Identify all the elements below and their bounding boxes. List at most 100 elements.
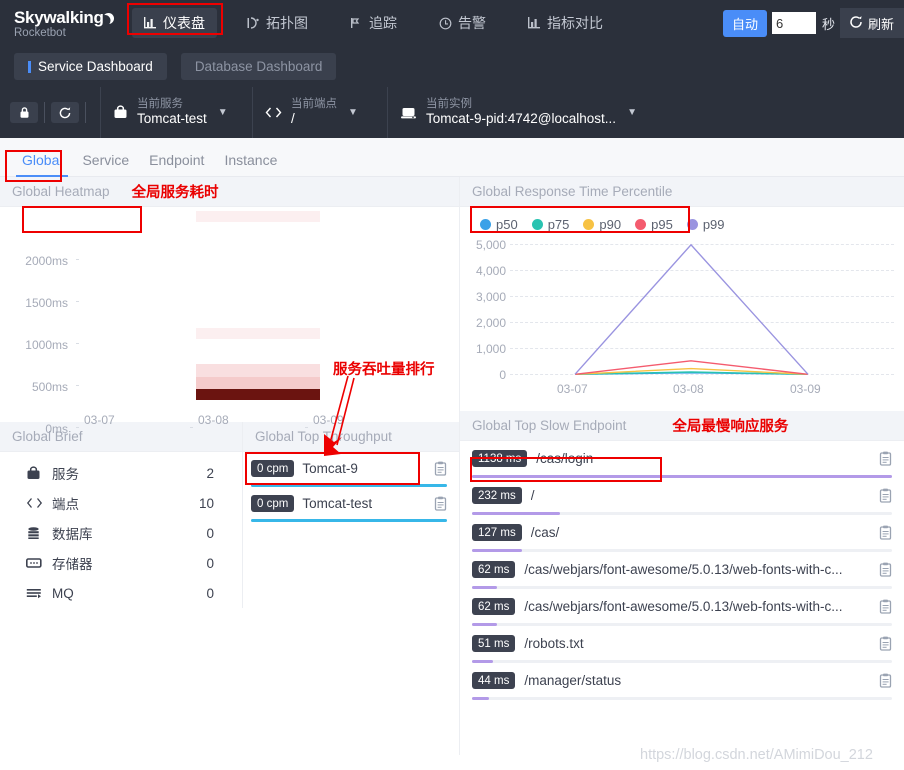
heatmap-cell <box>196 364 320 377</box>
list-item[interactable]: 232 ms / <box>460 478 904 515</box>
panel-header-percentile: Global Response Time Percentile <box>460 177 904 207</box>
copy-icon[interactable] <box>879 636 892 651</box>
legend-label: p90 <box>599 217 622 232</box>
sub-tab-instance[interactable]: Instance <box>214 152 287 176</box>
nav-item-topology[interactable]: 拓扑图 <box>235 8 320 38</box>
nav-item-alarm[interactable]: 告警 <box>427 8 498 38</box>
endpoint-latency-badge: 1138 ms <box>472 450 528 467</box>
brief-label-database: 数据库 <box>52 527 93 542</box>
selector-current-service[interactable]: 当前服务 Tomcat-test ▼ <box>100 87 252 138</box>
endpoint-latency-badge: 62 ms <box>472 598 516 615</box>
list-item[interactable]: 62 ms /cas/webjars/font-awesome/5.0.13/w… <box>460 552 904 589</box>
list-item[interactable]: 0 cpm Tomcat-test <box>243 487 459 522</box>
legend-item-p95[interactable]: p95 <box>635 217 673 232</box>
list-item[interactable]: 44 ms /manager/status <box>460 663 904 700</box>
tab-service-dashboard[interactable]: Service Dashboard <box>14 53 167 80</box>
heatmap-cell <box>196 377 320 389</box>
moon-icon <box>103 13 114 24</box>
list-item[interactable]: 62 ms /cas/webjars/font-awesome/5.0.13/w… <box>460 589 904 626</box>
heatmap-xtick-1: 03-08 <box>198 413 229 427</box>
auto-refresh-button[interactable]: 自动 <box>722 9 767 37</box>
sub-tab-service[interactable]: Service <box>72 152 139 176</box>
right-column: Global Response Time Percentile p50 p75 … <box>460 177 904 755</box>
endpoint-name: /cas/webjars/font-awesome/5.0.13/web-fon… <box>524 599 843 614</box>
selector-current-service-value: Tomcat-test <box>137 111 207 127</box>
lock-icon[interactable] <box>10 102 38 123</box>
tab-service-dashboard-label: Service Dashboard <box>38 59 153 74</box>
nav-item-alarm-label: 告警 <box>458 15 486 31</box>
copy-icon[interactable] <box>879 673 892 688</box>
sub-tab-endpoint[interactable]: Endpoint <box>139 152 214 176</box>
top-slow-endpoint-list: 1138 ms /cas/login 232 ms / 127 ms /cas/ <box>460 441 904 700</box>
selector-current-service-text: 当前服务 Tomcat-test <box>137 97 207 128</box>
selector-current-instance-value: Tomcat-9-pid:4742@localhost... <box>426 111 617 127</box>
throughput-badge: 0 cpm <box>251 495 295 512</box>
panel-title-top-throughput: Global Top Throughput <box>255 429 392 444</box>
active-indicator-icon <box>28 60 31 73</box>
tab-database-dashboard[interactable]: Database Dashboard <box>180 53 337 80</box>
endpoint-latency-badge: 232 ms <box>472 487 522 504</box>
sub-tab-global[interactable]: Global <box>12 152 72 177</box>
watermark-text: https://blog.csdn.net/AMimiDou_212 <box>640 747 873 763</box>
copy-icon[interactable] <box>879 451 892 466</box>
panel-header-heatmap: Global Heatmap 全局服务耗时 <box>0 177 459 207</box>
nav-item-trace[interactable]: 追踪 <box>338 8 409 38</box>
nav-item-compare[interactable]: 指标对比 <box>516 8 615 38</box>
copy-icon[interactable] <box>434 496 447 511</box>
selector-current-instance-label: 当前实例 <box>426 97 472 110</box>
selector-current-endpoint[interactable]: 当前端点 / ▼ <box>252 87 387 138</box>
refresh-interval-input[interactable] <box>771 12 816 34</box>
heatmap-xtick-2: 03-09 <box>313 413 344 427</box>
legend-item-p50[interactable]: p50 <box>480 217 518 232</box>
service-icon <box>26 465 52 481</box>
legend-item-p99[interactable]: p99 <box>686 217 725 232</box>
brief-value-endpoint: 10 <box>198 495 214 511</box>
sync-icon[interactable] <box>51 102 79 123</box>
nav-item-dashboard[interactable]: 仪表盘 <box>132 8 217 38</box>
legend-dot-icon <box>583 219 595 230</box>
heatmap-xtick-0: 03-07 <box>84 413 115 427</box>
brief-label-endpoint: 端点 <box>52 497 79 512</box>
list-item[interactable]: 0 cpm Tomcat-9 <box>243 452 459 487</box>
copy-icon[interactable] <box>879 525 892 540</box>
chevron-down-icon[interactable]: ▼ <box>218 107 228 118</box>
selector-current-endpoint-text: 当前端点 / <box>291 97 337 128</box>
chevron-down-icon[interactable]: ▼ <box>627 107 637 118</box>
legend-item-p75[interactable]: p75 <box>531 217 569 232</box>
nav-item-dashboard-label: 仪表盘 <box>163 15 205 31</box>
main-content: Global Heatmap 全局服务耗时 2000ms 1500ms 10 0 0… <box>0 177 904 755</box>
endpoint-name: /cas/ <box>530 525 560 540</box>
copy-icon[interactable] <box>879 488 892 503</box>
list-item[interactable]: 127 ms /cas/ <box>460 515 904 552</box>
selector-current-instance[interactable]: 当前实例 Tomcat-9-pid:4742@localhost... ▼ <box>387 87 677 138</box>
list-item[interactable]: 51 ms /robots.txt <box>460 626 904 663</box>
brand-name-text: Skywalking <box>14 7 104 27</box>
heatmap-ytick-1500: 1500ms <box>25 296 68 310</box>
list-item[interactable]: 1138 ms /cas/login <box>460 441 904 478</box>
copy-icon[interactable] <box>879 562 892 577</box>
database-icon <box>26 526 52 541</box>
legend-label: p99 <box>702 217 725 232</box>
legend-item-p90[interactable]: p90 <box>583 217 621 232</box>
dashboard-tab-bar: Service Dashboard Database Dashboard <box>0 46 904 87</box>
panel-title-slow-endpoint: Global Top Slow Endpoint <box>472 418 627 433</box>
divider <box>85 102 86 123</box>
heatmap-ytick-2000: 2000ms <box>25 254 68 268</box>
refresh-button-label: 刷新 <box>867 16 894 32</box>
brand-subtitle: Rocketbot <box>14 26 66 39</box>
global-brief-panel: Global Brief 服务 2 端点 10 数据库 0 存储器 0 MQ 0 <box>0 422 243 608</box>
chevron-down-icon[interactable]: ▼ <box>348 107 358 118</box>
nav-item-trace-label: 追踪 <box>369 15 397 31</box>
selector-current-endpoint-label: 当前端点 <box>291 97 337 110</box>
endpoint-bar-track <box>472 697 892 700</box>
panel-header-slow-endpoint: Global Top Slow Endpoint 全局最慢响应服务 <box>460 411 904 441</box>
endpoint-latency-badge: 62 ms <box>472 561 516 578</box>
copy-icon[interactable] <box>879 599 892 614</box>
copy-icon[interactable] <box>434 461 447 476</box>
brief-value-database: 0 <box>206 525 214 541</box>
panel-title-heatmap: Global Heatmap <box>12 184 110 199</box>
refresh-button[interactable]: 刷新 <box>839 8 904 38</box>
list-item: 存储器 0 <box>0 548 242 578</box>
endpoint-name: /cas/login <box>536 451 594 466</box>
endpoint-name: /robots.txt <box>524 636 584 651</box>
